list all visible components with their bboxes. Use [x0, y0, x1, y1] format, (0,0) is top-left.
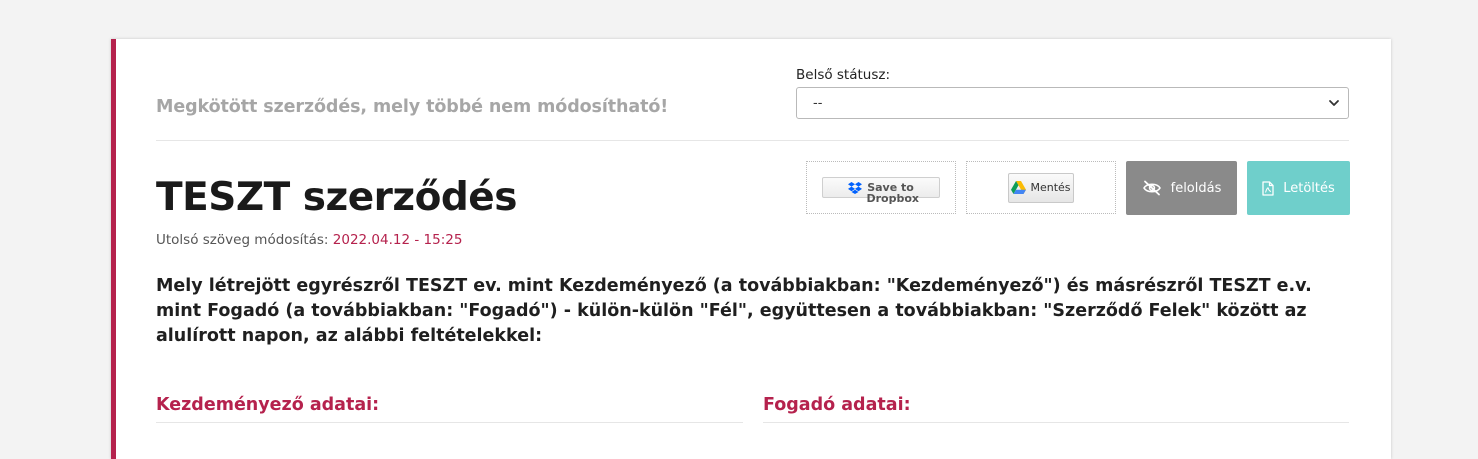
unlock-button[interactable]: feloldás [1126, 161, 1237, 215]
chevron-down-icon [1329, 100, 1339, 106]
save-to-dropbox-widget: Save to Dropbox [806, 161, 956, 214]
receiver-section-divider [763, 422, 1349, 423]
download-button[interactable]: Letöltés [1247, 161, 1350, 215]
initiator-section-heading: Kezdeményező adatai: [156, 395, 380, 415]
eye-slash-icon [1142, 180, 1161, 196]
google-drive-widget: Mentés [966, 161, 1116, 214]
google-drive-icon [1011, 181, 1027, 194]
contract-intro-paragraph: Mely létrejött egyrészről TESZT ev. mint… [156, 276, 1312, 346]
google-drive-save-label: Mentés [1030, 181, 1071, 194]
locked-contract-notice: Megkötött szerződés, mely többé nem módo… [156, 97, 669, 117]
initiator-section-divider [156, 422, 743, 423]
header-divider [156, 140, 1349, 141]
pdf-file-icon [1262, 180, 1274, 196]
internal-status-select[interactable]: -- [796, 87, 1349, 119]
last-modified: Utolsó szöveg módosítás: 2022.04.12 - 15… [156, 232, 462, 248]
last-modified-label: Utolsó szöveg módosítás: [156, 232, 329, 248]
save-to-dropbox-label: Save to Dropbox [866, 181, 920, 205]
internal-status-label: Belső státusz: [796, 67, 891, 83]
download-label: Letöltés [1283, 180, 1335, 196]
unlock-label: feloldás [1170, 180, 1222, 196]
google-drive-save-button[interactable]: Mentés [1008, 172, 1074, 203]
contract-title: TESZT szerződés [156, 175, 517, 220]
save-to-dropbox-button[interactable]: Save to Dropbox [822, 177, 940, 204]
receiver-section-heading: Fogadó adatai: [763, 395, 911, 415]
internal-status-value: -- [813, 95, 823, 111]
last-modified-date: 2022.04.12 - 15:25 [332, 232, 463, 248]
dropbox-icon [847, 182, 862, 194]
contract-card: Megkötött szerződés, mely többé nem módo… [111, 39, 1391, 459]
